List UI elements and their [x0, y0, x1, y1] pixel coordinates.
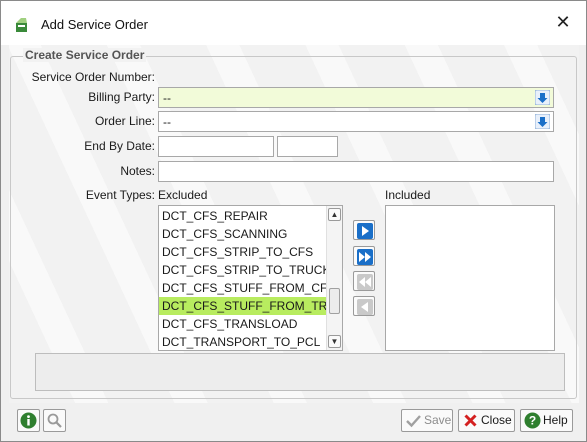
- excluded-list-item[interactable]: DCT_CFS_STRIP_TO_TRUCK: [159, 261, 330, 279]
- group-legend: Create Service Order: [23, 48, 147, 62]
- dropdown-arrow-icon[interactable]: [535, 114, 550, 129]
- order-line-value: --: [163, 115, 171, 129]
- move-left-button[interactable]: [353, 296, 375, 316]
- save-button-label: Save: [424, 413, 452, 427]
- end-by-time-input[interactable]: [277, 136, 338, 157]
- end-by-date-input[interactable]: [158, 136, 274, 157]
- status-message-area: [35, 353, 565, 391]
- info-icon: [20, 412, 37, 429]
- excluded-label: Excluded: [158, 188, 208, 202]
- info-button[interactable]: [17, 409, 40, 432]
- window-title: Add Service Order: [41, 17, 148, 32]
- dropdown-arrow-icon[interactable]: [535, 90, 550, 105]
- x-icon: [464, 414, 477, 427]
- excluded-items-container: DCT_CFS_REPAIR DCT_CFS_SCANNING DCT_CFS_ST…: [159, 207, 342, 350]
- arrow-right-icon: [357, 223, 373, 239]
- close-button[interactable]: Close: [458, 409, 515, 432]
- app-icon: [16, 18, 27, 32]
- scroll-down-icon[interactable]: ▼: [328, 335, 341, 348]
- scroll-thumb[interactable]: [329, 288, 340, 314]
- dialog-window: Add Service Order ✕ Create Service Order…: [0, 0, 587, 442]
- billing-party-value: --: [163, 91, 171, 105]
- arrow-left-icon: [357, 299, 373, 315]
- save-button[interactable]: Save: [401, 409, 453, 432]
- help-button-label: Help: [543, 413, 568, 427]
- excluded-list-item[interactable]: DCT_TRANSPORT_TO_PCL: [159, 333, 327, 350]
- end-by-date-label: End By Date:: [84, 139, 155, 153]
- service-order-number-label: Service Order Number:: [31, 70, 155, 84]
- excluded-list-item[interactable]: DCT_CFS_SCANNING: [159, 225, 327, 243]
- included-event-list[interactable]: [385, 205, 555, 351]
- order-line-label: Order Line:: [94, 114, 155, 128]
- excluded-scrollbar[interactable]: ▲ ▼: [326, 206, 342, 350]
- excluded-list-item[interactable]: DCT_CFS_TRANSLOAD: [159, 315, 327, 333]
- excluded-event-list[interactable]: DCT_CFS_REPAIR DCT_CFS_SCANNING DCT_CFS_ST…: [158, 205, 343, 351]
- billing-party-label: Billing Party:: [88, 90, 155, 104]
- search-button[interactable]: [43, 409, 66, 432]
- close-window-icon[interactable]: ✕: [552, 11, 574, 33]
- order-line-dropdown[interactable]: --: [158, 111, 554, 132]
- double-arrow-left-icon: [357, 274, 373, 290]
- search-icon: [47, 413, 62, 428]
- event-types-label: Event Types:: [85, 188, 155, 202]
- checkmark-icon: [406, 415, 421, 428]
- excluded-list-item[interactable]: DCT_CFS_STUFF_FROM_TRUCK: [159, 297, 342, 315]
- included-label: Included: [385, 188, 431, 202]
- billing-party-dropdown[interactable]: --: [158, 87, 554, 108]
- title-bar: Add Service Order ✕: [1, 1, 586, 45]
- move-all-right-button[interactable]: [353, 246, 375, 266]
- excluded-list-item[interactable]: DCT_CFS_STRIP_TO_CFS: [159, 243, 327, 261]
- svg-text:?: ?: [529, 414, 536, 428]
- double-arrow-right-icon: [357, 249, 373, 265]
- excluded-list-item[interactable]: DCT_CFS_REPAIR: [159, 207, 327, 225]
- move-all-left-button[interactable]: [353, 271, 375, 291]
- help-button[interactable]: ? Help: [520, 409, 573, 432]
- notes-label: Notes:: [120, 164, 155, 178]
- excluded-list-item[interactable]: DCT_CFS_STUFF_FROM_CFS: [159, 279, 335, 297]
- notes-input[interactable]: [158, 161, 554, 182]
- scroll-up-icon[interactable]: ▲: [328, 208, 341, 221]
- move-right-button[interactable]: [353, 220, 375, 240]
- close-button-label: Close: [481, 413, 512, 427]
- question-icon: ?: [524, 412, 541, 429]
